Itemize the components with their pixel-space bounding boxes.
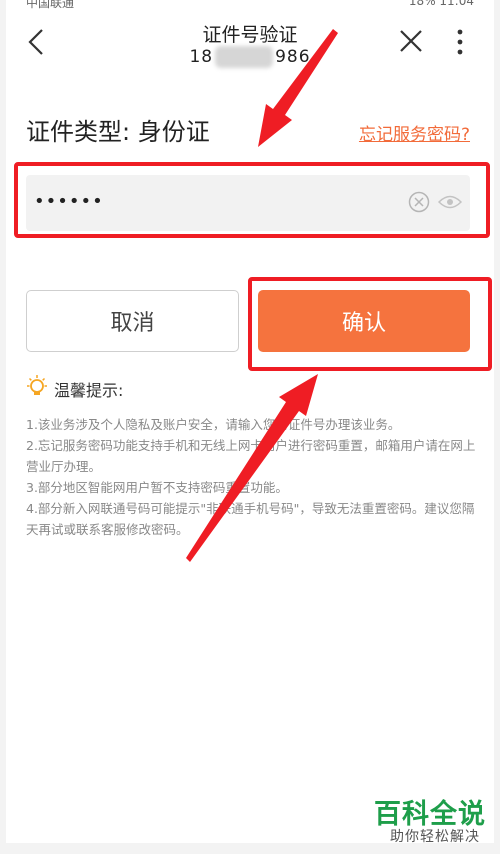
lightbulb-icon [27,375,47,395]
tip-item: 3.部分地区智能网用户暂不支持密码重置功能。 [26,480,288,495]
cancel-button[interactable]: 取消 [26,290,239,352]
annotation-box-confirm [248,277,492,371]
phone-prefix: 18 [189,47,214,67]
annotation-box-input [14,162,490,238]
tip-item: 1.该业务涉及个人隐私及账户安全，请输入您的证件号办理该业务。 [26,417,401,432]
id-type-label: 证件类型: 身份证 [26,118,210,146]
forgot-password-link[interactable]: 忘记服务密码? [359,120,470,145]
watermark-subtitle: 助你轻松解决 [390,829,480,845]
status-bar: 中国联通 18% 11:04 [6,0,494,10]
masked-digits [215,46,274,68]
tips-list: 1.该业务涉及个人隐私及账户安全，请输入您的证件号办理该业务。 2.忘记服务密码… [26,414,476,540]
more-icon[interactable] [452,28,468,56]
header: 证件号验证 18 986 [6,14,494,74]
battery-time: 18% 11:04 [408,0,474,8]
tip-item: 4.部分新入网联通号码可能提示"非联通手机号码"，导致无法重置密码。建议您隔天再… [26,501,475,537]
tip-item: 2.忘记服务密码功能支持手机和无线上网卡用户进行密码重置，邮箱用户请在网上营业厅… [26,438,476,474]
carrier-label: 中国联通 [26,0,75,10]
close-icon[interactable] [398,28,424,54]
page: 中国联通 18% 11:04 证件号验证 18 986 证件类型: 身份证 忘记服… [6,0,494,843]
phone-suffix: 986 [275,47,311,67]
tips-heading-text: 温馨提示: [54,381,124,400]
